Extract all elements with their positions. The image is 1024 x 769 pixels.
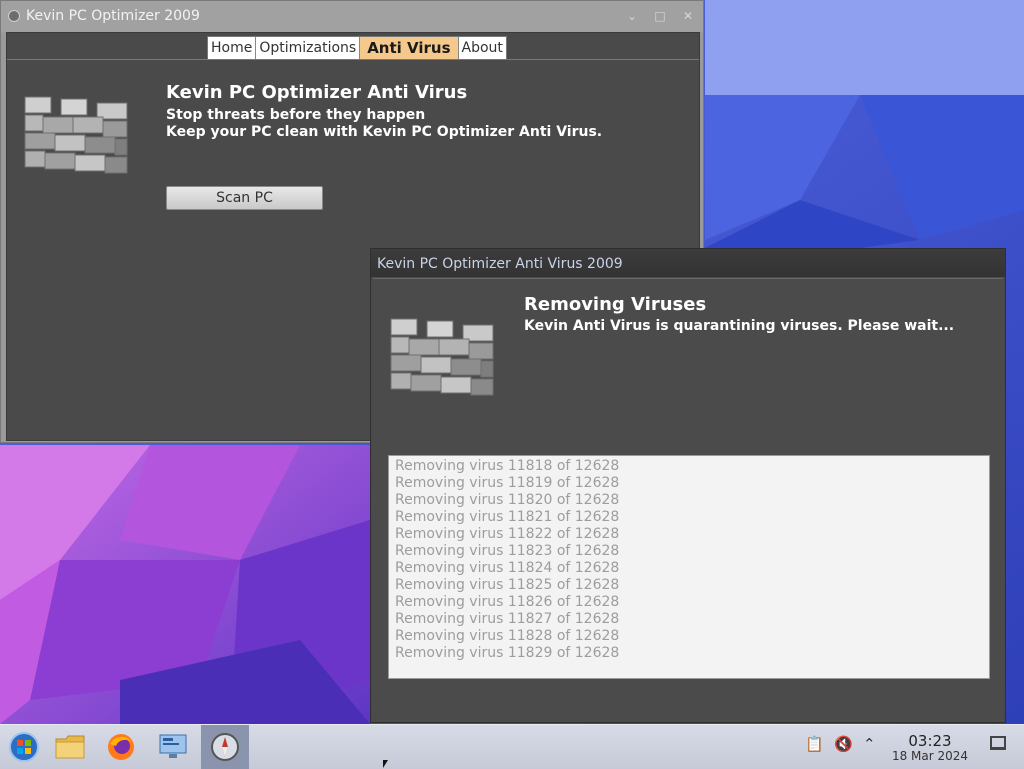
show-desktop-icon[interactable] bbox=[990, 736, 1006, 750]
log-line: Removing virus 11825 of 12628 bbox=[395, 577, 620, 593]
file-manager-icon[interactable] bbox=[46, 725, 94, 769]
safari-compass-icon[interactable] bbox=[201, 725, 249, 769]
anti-virus-subtitle-1: Stop threats before they happen bbox=[166, 107, 426, 123]
clock-date[interactable]: 18 Mar 2024 bbox=[886, 749, 974, 763]
tab-anti-virus[interactable]: Anti Virus bbox=[360, 37, 459, 59]
app-icon bbox=[8, 10, 20, 22]
tab-bar: Home Optimizations Anti Virus About bbox=[207, 36, 507, 60]
log-line: Removing virus 11821 of 12628 bbox=[395, 509, 620, 525]
firewall-icon bbox=[390, 318, 494, 396]
mouse-cursor-icon bbox=[383, 760, 388, 768]
firewall-icon bbox=[24, 96, 128, 174]
log-line: Removing virus 11828 of 12628 bbox=[395, 628, 620, 644]
removing-viruses-subtitle: Kevin Anti Virus is quarantining viruses… bbox=[524, 318, 955, 334]
log-line: Removing virus 11827 of 12628 bbox=[395, 611, 620, 627]
log-line: Removing virus 11826 of 12628 bbox=[395, 594, 620, 610]
tab-about[interactable]: About bbox=[458, 37, 506, 59]
tab-divider bbox=[7, 59, 699, 60]
anti-virus-heading: Kevin PC Optimizer Anti Virus bbox=[166, 82, 468, 103]
maximize-icon[interactable]: □ bbox=[653, 9, 667, 23]
removing-viruses-heading: Removing Viruses bbox=[524, 294, 707, 315]
log-line: Removing virus 11819 of 12628 bbox=[395, 475, 620, 491]
main-window-title: Kevin PC Optimizer 2009 bbox=[26, 8, 200, 24]
remote-desktop-icon[interactable] bbox=[149, 725, 197, 769]
log-line: Removing virus 11820 of 12628 bbox=[395, 492, 620, 508]
start-orb-icon[interactable] bbox=[0, 725, 48, 769]
removal-log[interactable]: Removing virus 11818 of 12628 Removing v… bbox=[388, 455, 990, 679]
minimize-icon[interactable]: ⌄ bbox=[625, 9, 639, 23]
log-line: Removing virus 11822 of 12628 bbox=[395, 526, 620, 542]
firefox-icon[interactable] bbox=[97, 725, 145, 769]
close-icon[interactable]: ✕ bbox=[681, 9, 695, 23]
removal-dialog-body: Removing Viruses Kevin Anti Virus is qua… bbox=[373, 278, 1003, 722]
taskbar: 📋 🔇 ⌃ 03:23 18 Mar 2024 bbox=[0, 724, 1024, 769]
anti-virus-subtitle-2: Keep your PC clean with Kevin PC Optimiz… bbox=[166, 124, 603, 140]
tab-optimizations[interactable]: Optimizations bbox=[256, 37, 361, 59]
tab-home[interactable]: Home bbox=[208, 37, 257, 59]
chevron-up-icon[interactable]: ⌃ bbox=[863, 735, 876, 753]
scan-pc-button[interactable]: Scan PC bbox=[166, 186, 323, 210]
log-line: Removing virus 11823 of 12628 bbox=[395, 543, 620, 559]
main-window-titlebar[interactable]: Kevin PC Optimizer 2009 ⌄ □ ✕ bbox=[1, 1, 703, 32]
log-line: Removing virus 11818 of 12628 bbox=[395, 458, 620, 474]
removal-dialog-title: Kevin PC Optimizer Anti Virus 2009 bbox=[377, 256, 623, 272]
clipboard-icon[interactable]: 📋 bbox=[805, 735, 824, 753]
log-line: Removing virus 11829 of 12628 bbox=[395, 645, 620, 661]
log-line: Removing virus 11824 of 12628 bbox=[395, 560, 620, 576]
removal-dialog-titlebar[interactable]: Kevin PC Optimizer Anti Virus 2009 bbox=[371, 249, 1005, 277]
volume-muted-icon[interactable]: 🔇 bbox=[834, 735, 853, 753]
removal-dialog: Kevin PC Optimizer Anti Virus 2009 Remov… bbox=[370, 248, 1006, 723]
clock-time[interactable]: 03:23 bbox=[900, 732, 960, 750]
